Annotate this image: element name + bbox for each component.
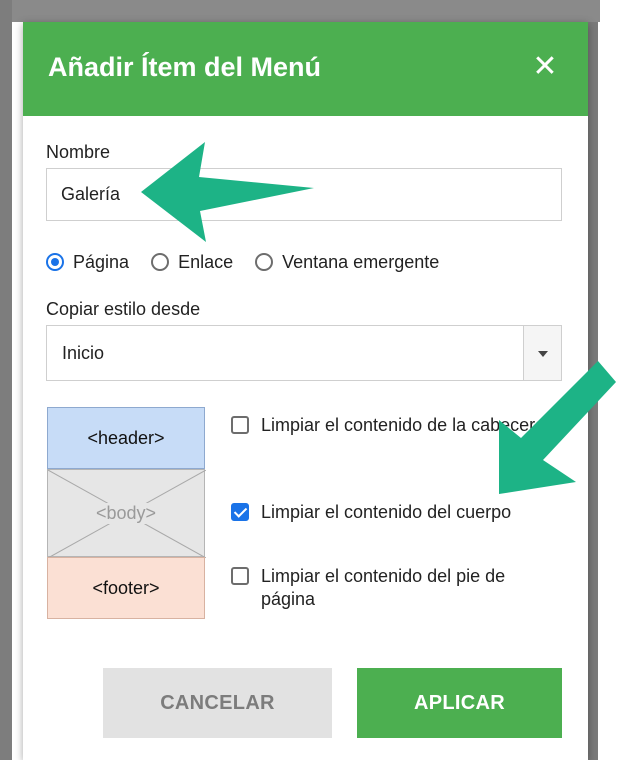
- radio-button[interactable]: [151, 253, 170, 271]
- dropdown-toggle[interactable]: [523, 326, 561, 380]
- radio-option-page[interactable]: Página: [46, 252, 129, 273]
- checkbox-label: Limpiar el contenido de la cabecera: [261, 415, 546, 435]
- preview-body-block: <body>: [47, 469, 206, 558]
- radio-button[interactable]: [255, 253, 274, 271]
- chevron-down-icon: [538, 351, 548, 357]
- name-label: Nombre: [46, 142, 111, 162]
- preview-footer-label: <footer>: [92, 577, 160, 598]
- backdrop-shade-right: [588, 22, 598, 760]
- link-type-radio-group: Página Enlace Ventana emergente: [46, 247, 461, 277]
- apply-button[interactable]: APLICAR: [357, 668, 562, 738]
- backdrop-shade-top: [12, 0, 600, 22]
- preview-body-label: <body>: [93, 502, 159, 524]
- copy-style-select[interactable]: Inicio: [46, 325, 562, 381]
- checkbox-label: Limpiar el contenido del cuerpo: [261, 502, 512, 522]
- add-menu-item-dialog: Añadir Ítem del Menú ✕ Nombre Página Enl…: [23, 22, 588, 760]
- dialog-header: Añadir Ítem del Menú ✕: [23, 22, 588, 116]
- radio-label: Enlace: [178, 251, 234, 272]
- checkbox[interactable]: [231, 567, 249, 585]
- radio-label: Ventana emergente: [282, 251, 440, 272]
- clear-footer-option[interactable]: Limpiar el contenido del pie de página: [231, 565, 561, 611]
- copy-style-label: Copiar estilo desde: [46, 299, 201, 319]
- checkbox-label: Limpiar el contenido del pie de página: [261, 566, 506, 609]
- cancel-button[interactable]: CANCELAR: [103, 668, 332, 738]
- select-value: Inicio: [62, 343, 105, 363]
- preview-footer-block: <footer>: [47, 557, 205, 619]
- radio-option-link[interactable]: Enlace: [151, 252, 233, 273]
- close-icon[interactable]: ✕: [530, 52, 560, 82]
- radio-option-popup[interactable]: Ventana emergente: [255, 252, 439, 273]
- preview-header-block: <header>: [47, 407, 205, 469]
- radio-button[interactable]: [46, 253, 64, 271]
- dialog-title: Añadir Ítem del Menú: [48, 52, 322, 82]
- backdrop-shade-left: [0, 0, 12, 760]
- name-input[interactable]: [46, 168, 562, 221]
- clear-body-option[interactable]: Limpiar el contenido del cuerpo: [231, 501, 561, 524]
- checkbox[interactable]: [231, 416, 249, 434]
- preview-header-label: <header>: [87, 427, 165, 448]
- clear-header-option[interactable]: Limpiar el contenido de la cabecera: [231, 414, 561, 437]
- radio-label: Página: [73, 251, 130, 272]
- layout-preview: <header> <body> <footer>: [47, 407, 206, 619]
- checkbox[interactable]: [231, 503, 249, 521]
